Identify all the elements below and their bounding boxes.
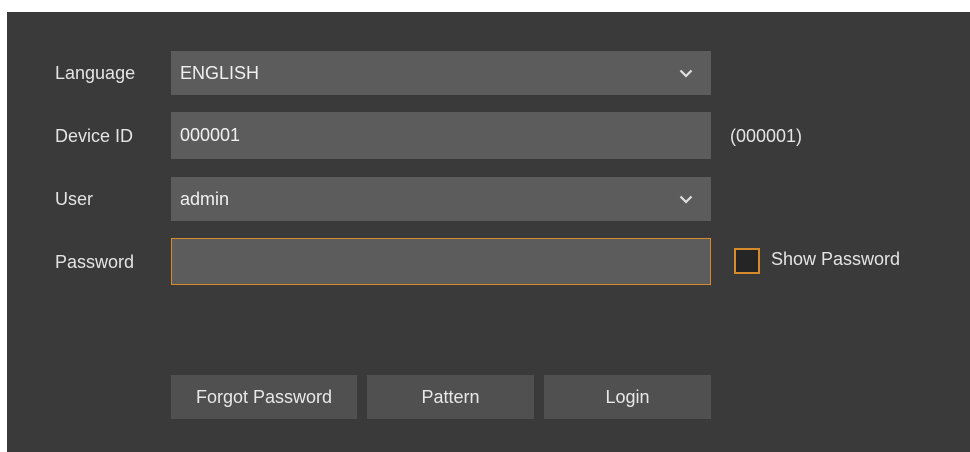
user-label: User [55, 189, 94, 209]
device-id-label: Device ID [55, 126, 134, 146]
language-select[interactable]: ENGLISH [171, 51, 711, 95]
show-password-checkbox[interactable] [734, 248, 760, 274]
user-value: admin [180, 188, 230, 209]
user-select[interactable]: admin [171, 177, 711, 221]
login-button[interactable]: Login [544, 375, 711, 419]
show-password-label[interactable]: Show Password [771, 248, 900, 270]
chevron-down-icon [679, 192, 693, 206]
device-id-hint: (000001) [730, 126, 803, 146]
password-label: Password [55, 252, 135, 272]
language-label: Language [55, 63, 136, 83]
language-value: ENGLISH [180, 62, 260, 83]
device-id-value: 000001 [180, 125, 241, 145]
password-input[interactable] [171, 238, 711, 285]
chevron-down-icon [679, 66, 693, 80]
login-panel: Language ENGLISH Device ID 000001 (00000… [7, 12, 970, 452]
forgot-password-button[interactable]: Forgot Password [171, 375, 357, 419]
device-id-input[interactable]: 000001 [171, 112, 711, 159]
pattern-button[interactable]: Pattern [367, 375, 534, 419]
